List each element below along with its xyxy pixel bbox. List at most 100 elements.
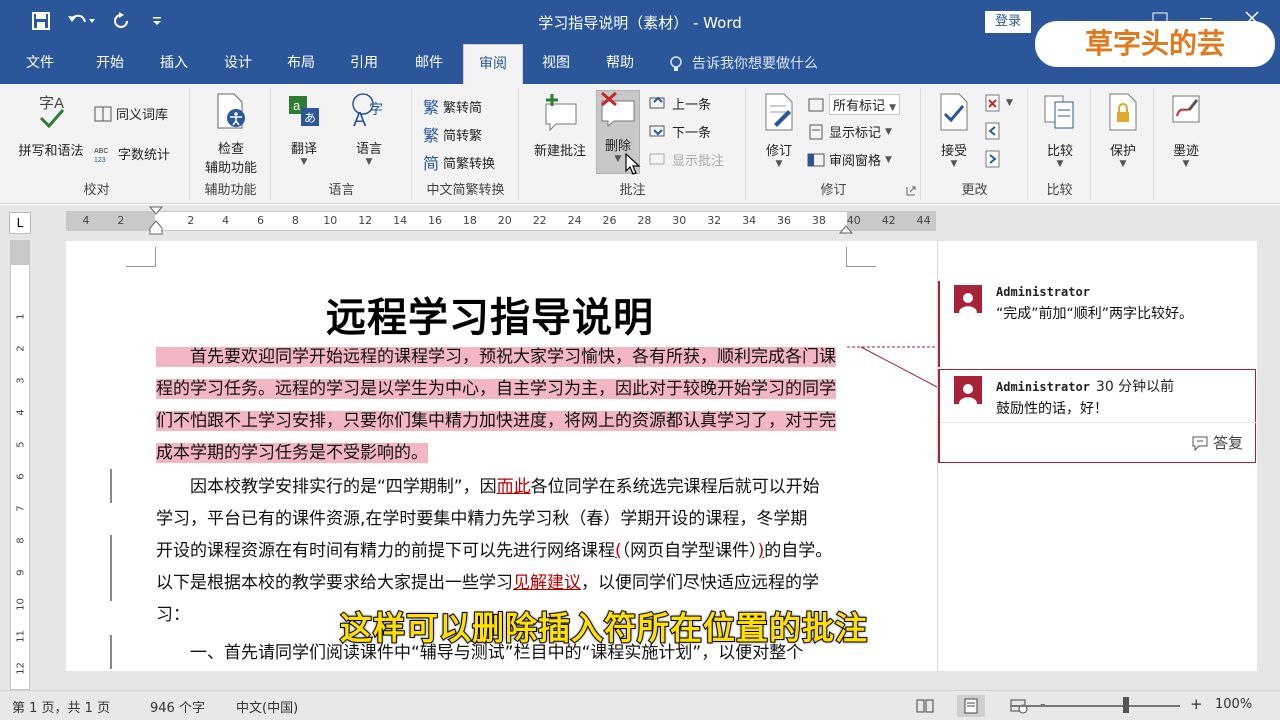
accept-button[interactable]: 接受 ▼ [928, 92, 980, 169]
chinese-conversion-button[interactable]: 简 简繁转换 [423, 150, 495, 174]
comment-text[interactable]: 鼓励性的话，好！ [996, 398, 1108, 418]
check-accessibility-button[interactable]: 检查 辅助功能 [191, 92, 271, 176]
tab-references[interactable]: 引用 [340, 44, 388, 84]
comment-1[interactable]: Administrator “完成”前加“顺利”两字比较好。 [938, 281, 1256, 367]
group-accessibility: 检查 辅助功能 辅助功能 [191, 88, 271, 200]
tab-stop-selector[interactable]: L [9, 212, 31, 234]
print-layout-button[interactable] [957, 695, 985, 717]
ruler-number: 14 [393, 214, 408, 227]
ruler-number: 10 [323, 214, 338, 227]
zoom-slider[interactable] [1010, 705, 1180, 707]
tell-me-search[interactable]: 告诉我你想要做什么 [668, 44, 818, 84]
show-comments-button[interactable]: 显示批注 [648, 150, 724, 169]
reply-icon [1192, 436, 1208, 451]
horizontal-ruler[interactable]: 4 2 2 4 6 8 10 12 14 16 18 20 22 24 26 28 30 32 34 36 38 40 42… [66, 206, 936, 235]
spell-check-icon: 字A [39, 95, 65, 129]
reply-button[interactable]: 答复 [1191, 432, 1243, 453]
indent-marker-icon[interactable] [149, 206, 163, 236]
status-bar: 第 1 页，共 1 页 946 个字 中文(中国) - + 100% [0, 690, 1280, 720]
spelling-grammar-button[interactable]: 字A 拼写和语法 [8, 92, 94, 159]
simp-to-trad-icon: 繁 [423, 126, 440, 145]
comment-2[interactable]: Administrator 30 分钟以前 鼓励性的话，好！ 答复 [938, 369, 1256, 463]
reject-caret-icon: ▼ [1006, 98, 1013, 108]
tab-review[interactable]: 审阅 [463, 44, 523, 84]
read-mode-button[interactable] [911, 695, 939, 717]
delete-comment-button[interactable]: 删除 ▼ [596, 90, 641, 175]
previous-comment-button[interactable]: 上一条 [648, 94, 711, 113]
group-label-language: 语言 [328, 183, 355, 198]
vertical-ruler[interactable]: 1234567891011121314 [10, 240, 30, 707]
markup-select[interactable]: 所有标记 ▼ [807, 94, 901, 115]
tab-insert[interactable]: 插入 [150, 44, 198, 84]
track-changes-button[interactable]: 修订 ▼ [753, 92, 805, 169]
reviewing-pane-button[interactable]: 审阅窗格 ▼ [807, 150, 892, 169]
zoom-out-button[interactable]: - [1040, 695, 1045, 713]
ruler-number: 30 [672, 214, 687, 227]
accept-icon [940, 93, 968, 131]
paragraph-1-line-4: 成本学期的学习任务是不受影响的。 [156, 443, 428, 463]
translate-button[interactable]: aあ 翻译 ▼ [276, 92, 332, 167]
right-indent-marker-icon[interactable] [839, 224, 853, 234]
tab-help[interactable]: 帮助 [596, 44, 644, 84]
change-bar [110, 469, 112, 503]
reject-button[interactable]: ▼ [984, 94, 1013, 112]
markup-caret-icon: ▼ [889, 103, 897, 113]
language-status[interactable]: 中文(中国) [236, 697, 298, 716]
word-count[interactable]: 946 个字 [150, 697, 205, 716]
accessibility-check-icon [217, 93, 245, 129]
new-comment-button[interactable]: 新建批注 [524, 92, 596, 159]
ink-button[interactable]: 墨迹 ▼ [1159, 92, 1213, 169]
word-count-button[interactable]: ABC 123 字数统计 [94, 144, 170, 164]
thesaurus-button[interactable]: 同义词库 [94, 104, 168, 123]
tab-layout[interactable]: 布局 [277, 44, 325, 84]
ink-icon [1172, 95, 1200, 123]
markup-dropdown[interactable]: 所有标记 ▼ [829, 94, 901, 115]
next-change-button[interactable] [984, 150, 1002, 168]
language-button[interactable]: A字 语言 ▼ [336, 92, 402, 167]
mouse-cursor-icon [625, 153, 641, 175]
comment-author: Administrator 30 分钟以前 [996, 379, 1175, 395]
tab-view[interactable]: 视图 [532, 44, 580, 84]
ruler-number: 42 [881, 214, 896, 227]
simplified-to-traditional-button[interactable]: 繁 简转繁 [423, 122, 482, 146]
group-label-comments: 批注 [619, 183, 646, 198]
zoom-in-button[interactable]: + [1190, 695, 1203, 713]
new-comment-icon [545, 94, 577, 132]
channel-watermark: 草字头的芸 [1035, 21, 1275, 67]
next-change-icon [985, 150, 1000, 168]
tracking-dialog-launcher-icon[interactable] [906, 186, 916, 196]
ruler-number: 44 [916, 214, 931, 227]
paragraph-2-line-2: 学习，平台已有的课件资源,在学时要集中精力先学习秋（春）学期开设的课程，冬学期 [156, 509, 808, 529]
compare-icon [1044, 95, 1074, 129]
tab-design[interactable]: 设计 [214, 44, 262, 84]
zoom-level[interactable]: 100% [1215, 697, 1252, 712]
next-comment-button[interactable]: 下一条 [648, 122, 711, 141]
ruler-number: 2 [187, 214, 195, 227]
previous-change-button[interactable] [984, 122, 1002, 140]
vertical-ruler-number: 10 [15, 598, 27, 611]
compare-button[interactable]: 比较 ▼ [1033, 92, 1087, 169]
track-changes-dropdown-icon: ▼ [775, 159, 783, 169]
tab-file[interactable]: 文件 [18, 44, 62, 84]
svg-text:字A: 字A [39, 95, 64, 112]
svg-text:あ: あ [304, 111, 316, 125]
tab-home[interactable]: 开始 [86, 44, 134, 84]
show-markup-button[interactable]: 显示标记 ▼ [807, 122, 892, 141]
paragraph-1[interactable]: 首先要欢迎同学开始远程的课程学习，预祝大家学习愉快，各有所获，顺利完成各门课 程… [156, 341, 846, 469]
ruler-number: 32 [707, 214, 722, 227]
protect-button[interactable]: 保护 ▼ [1096, 92, 1150, 169]
comment-connector [847, 346, 937, 388]
tab-mailings[interactable]: 邮件 [405, 44, 453, 84]
comment-text[interactable]: “完成”前加“顺利”两字比较好。 [996, 303, 1193, 323]
avatar [954, 285, 982, 313]
traditional-to-simplified-button[interactable]: 繁 繁转简 [423, 94, 482, 118]
zoom-slider-thumb[interactable] [1123, 697, 1129, 713]
document-heading[interactable]: 远程学习指导说明 [326, 285, 654, 343]
translate-icon: aあ [289, 96, 319, 126]
ruler-number: 6 [257, 214, 264, 227]
ruler-number: 34 [742, 214, 757, 227]
login-button[interactable]: 登录 [985, 11, 1031, 33]
previous-change-icon [985, 122, 1000, 140]
page-count[interactable]: 第 1 页，共 1 页 [12, 697, 110, 716]
left-margin-area [67, 212, 155, 230]
